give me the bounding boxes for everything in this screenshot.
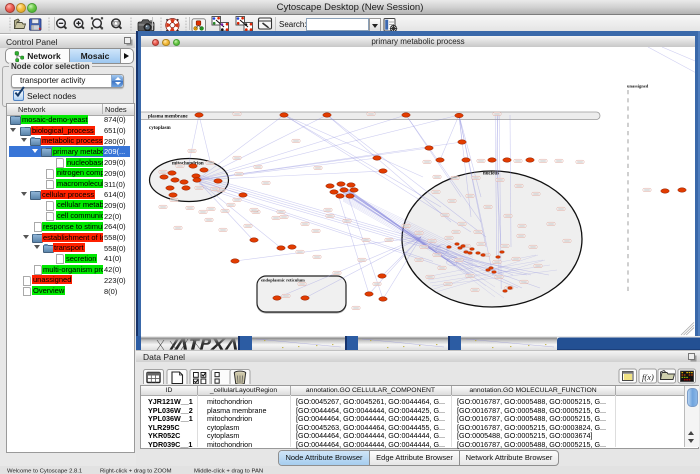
svg-text:unassigned: unassigned [627, 84, 649, 89]
svg-text:plasma membrane: plasma membrane [148, 114, 188, 119]
svg-text:f(x): f(x) [642, 372, 654, 382]
svg-text:cytoplasm: cytoplasm [149, 126, 172, 131]
svg-text:Right-click + drag to ZOOM: Right-click + drag to ZOOM [100, 469, 172, 474]
svg-text:endoplasmic reticulum: endoplasmic reticulum [261, 278, 305, 283]
svg-text:Welcome to Cytoscape 2.8.1: Welcome to Cytoscape 2.8.1 [7, 469, 82, 474]
svg-text:1:1: 1:1 [114, 22, 119, 26]
svg-text:Middle-click + drag to PAN: Middle-click + drag to PAN [194, 469, 263, 474]
svg-text:nucleus: nucleus [483, 172, 499, 177]
